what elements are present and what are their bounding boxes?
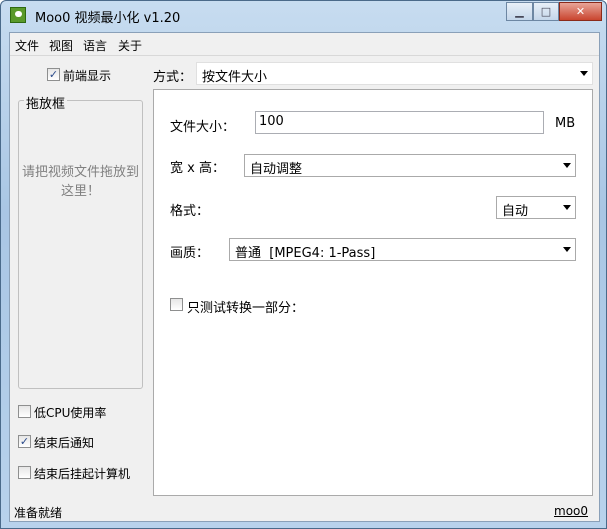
chevron-down-icon [563,205,571,210]
suspend-label: 结束后挂起计算机 [34,467,131,481]
notify-checkbox[interactable]: ✓ [18,435,31,448]
topmost-checkbox[interactable]: ✓ [47,68,60,81]
menu-about[interactable]: 关于 [118,37,142,54]
format-select[interactable]: 自动 [496,196,576,219]
low-cpu-label: 低CPU使用率 [34,406,107,420]
status-text: 准备就绪 [14,506,63,520]
drop-box[interactable] [18,100,143,389]
close-button[interactable]: ✕ [559,2,602,21]
topmost-label: 前端显示 [63,69,112,83]
minimize-button[interactable]: ▁ [506,2,533,21]
dimension-label: 宽 x 高： [170,161,225,176]
settings-panel: 文件大小： 100 MB 宽 x 高： 自动调整 格式： 自动 画质： 普通 [… [153,89,593,496]
app-window: Moo0 视频最小化 v1.20 ▁ □ ✕ 文件 视图 语言 关于 ✓ 前端显… [0,0,607,529]
drop-box-label: 拖放框 [24,93,68,112]
dimension-select[interactable]: 自动调整 [244,154,576,177]
maximize-button[interactable]: □ [533,2,559,21]
partial-test-checkbox[interactable] [170,298,183,311]
partial-test-label: 只测试转换一部分： [187,301,305,316]
size-label: 文件大小： [170,120,236,135]
chevron-down-icon [563,163,571,168]
notify-label: 结束后通知 [34,436,95,450]
moo0-link[interactable]: moo0 [554,504,588,518]
app-icon [10,7,26,23]
drop-hint: 请把视频文件拖放到这里！ [22,165,140,199]
quality-value: 普通 [MPEG4: 1-Pass] [235,246,376,261]
dimension-value: 自动调整 [250,162,303,177]
quality-select[interactable]: 普通 [MPEG4: 1-Pass] [229,238,576,261]
menu-file[interactable]: 文件 [15,37,39,54]
chevron-down-icon [580,71,588,76]
menu-view[interactable]: 视图 [49,37,73,54]
size-input[interactable]: 100 [255,111,544,134]
format-label: 格式： [170,204,210,219]
size-unit: MB [555,116,576,131]
window-title: Moo0 视频最小化 v1.20 [35,11,181,26]
client-area: 文件 视图 语言 关于 ✓ 前端显示 拖放框 请把视频文件拖放到这里！ 低CPU… [9,32,600,522]
mode-value: 按文件大小 [202,70,268,85]
chevron-down-icon [563,247,571,252]
quality-label: 画质： [170,246,210,261]
suspend-checkbox[interactable] [18,466,31,479]
mode-select[interactable]: 按文件大小 [196,62,593,85]
format-value: 自动 [502,204,529,219]
low-cpu-checkbox[interactable] [18,405,31,418]
menu-language[interactable]: 语言 [83,37,107,54]
mode-label: 方式： [153,70,193,85]
menu-bar: 文件 视图 语言 关于 [10,33,599,56]
